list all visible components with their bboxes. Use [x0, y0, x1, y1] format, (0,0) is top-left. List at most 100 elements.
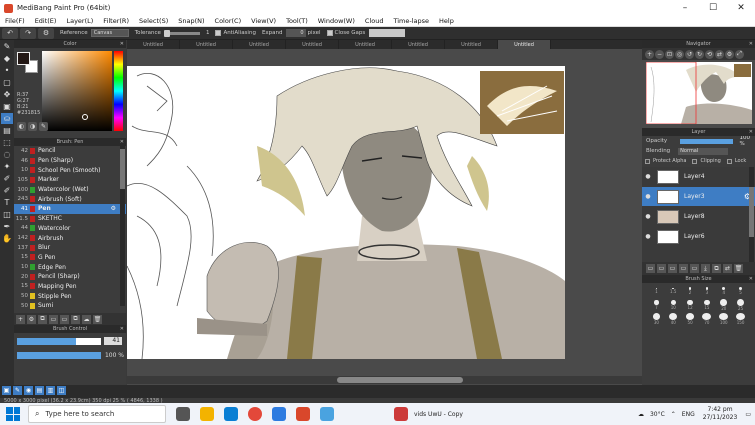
saturation-value-picker[interactable]: [42, 51, 112, 131]
brush-size-option[interactable]: 2: [682, 285, 699, 297]
tool-eyedropper[interactable]: ✒: [1, 221, 13, 232]
hue-slider[interactable]: [114, 51, 123, 131]
brush-item[interactable]: 20 Pencil (Sharp): [14, 272, 126, 282]
brush-size-option[interactable]: 30: [648, 313, 665, 325]
brush-item[interactable]: 137 Blur: [14, 243, 126, 253]
scrollbar-thumb[interactable]: [337, 377, 463, 383]
fit-icon[interactable]: ⊡: [665, 49, 674, 59]
reset-rotation-icon[interactable]: ⟲: [705, 49, 714, 59]
menu-select[interactable]: Select(S): [134, 17, 173, 25]
brush-item[interactable]: 10 School Pen (Smooth): [14, 165, 126, 175]
clipping-checkbox[interactable]: [692, 158, 698, 164]
redo-button[interactable]: ↷: [20, 27, 36, 39]
clock[interactable]: 7:42 pm 27/11/2023: [703, 406, 738, 422]
expand-icon[interactable]: ⤢: [735, 49, 744, 59]
layer-row-active[interactable]: ● Layer3 ⚙: [642, 187, 755, 206]
horizontal-scrollbar[interactable]: [127, 376, 642, 384]
brush-size-option[interactable]: 20: [715, 299, 732, 311]
menu-cloud[interactable]: Cloud: [360, 17, 389, 25]
tool-shape[interactable]: ▢: [1, 77, 13, 88]
close-icon[interactable]: ✕: [749, 275, 753, 283]
new-layer-icon[interactable]: ▭: [646, 264, 655, 273]
tool-select[interactable]: ⬚: [1, 137, 13, 148]
tool-text[interactable]: T: [1, 197, 13, 208]
close-icon[interactable]: ✕: [120, 325, 124, 333]
tool-hand[interactable]: ✋: [1, 233, 13, 244]
protect-alpha-checkbox[interactable]: [645, 158, 650, 164]
brush-size-option[interactable]: 1.5: [665, 285, 682, 297]
layer-row[interactable]: ● Layer4: [642, 167, 755, 186]
eye-icon[interactable]: ●: [642, 233, 654, 240]
zoom-out-icon[interactable]: −: [655, 49, 664, 59]
brush-size-option[interactable]: 70: [699, 313, 716, 325]
brush-size-option[interactable]: 50: [682, 313, 699, 325]
rotate-right-icon[interactable]: ↻: [695, 49, 704, 59]
minimize-button[interactable]: –: [671, 0, 699, 16]
folder-open-icon[interactable]: ▭: [60, 314, 69, 324]
brush-size-option[interactable]: 1: [648, 285, 665, 297]
layer-row[interactable]: ● Layer6: [642, 227, 755, 246]
brush-item[interactable]: 50 Stipple Pen: [14, 291, 126, 301]
blending-select[interactable]: Normal: [678, 147, 729, 155]
brush-size-option[interactable]: 25: [732, 299, 749, 311]
file-explorer-icon[interactable]: [200, 407, 214, 421]
brush-item[interactable]: 44 Watercolor: [14, 224, 126, 234]
brush-toggle-icon[interactable]: ✎: [13, 386, 22, 395]
tool-select-pen[interactable]: ✐: [1, 173, 13, 184]
brush-list-scrollbar[interactable]: [120, 146, 125, 306]
close-button[interactable]: ✕: [727, 0, 755, 16]
edge-icon[interactable]: [224, 407, 238, 421]
tab-document[interactable]: Untitled: [286, 40, 339, 49]
medibang-icon[interactable]: [296, 407, 310, 421]
tool-brush[interactable]: ✎: [1, 41, 13, 52]
eye-icon[interactable]: ●: [642, 173, 654, 180]
brush-opacity-slider[interactable]: [17, 351, 101, 359]
notification-icon[interactable]: ▭: [745, 411, 751, 418]
menu-edit[interactable]: Edit(E): [30, 17, 62, 25]
cloud-icon[interactable]: ☁: [82, 314, 91, 324]
brush-item[interactable]: 46 Pen (Sharp): [14, 156, 126, 166]
tool-move[interactable]: ✥: [1, 89, 13, 100]
pen-color-icon[interactable]: ✎: [39, 122, 48, 131]
taskbar-app-label[interactable]: vids UwU - Copy: [414, 411, 463, 418]
maximize-button[interactable]: ☐: [699, 0, 727, 16]
brush-size-option[interactable]: 5: [732, 285, 749, 297]
layer-opacity-slider[interactable]: [680, 138, 734, 144]
delete-layer-icon[interactable]: 🗑: [734, 264, 743, 273]
menu-file[interactable]: File(F): [0, 17, 30, 25]
actual-size-icon[interactable]: ◎: [675, 49, 684, 59]
close-icon[interactable]: ✕: [749, 128, 753, 136]
canvas-area[interactable]: [127, 49, 642, 385]
tool-bucket[interactable]: ⛀: [1, 113, 13, 124]
tool-eraser[interactable]: ◆: [1, 53, 13, 64]
layer-row[interactable]: ● Layer8: [642, 207, 755, 226]
tolerance-slider[interactable]: [163, 29, 200, 37]
brush-item[interactable]: 105 Marker: [14, 175, 126, 185]
close-icon[interactable]: ✕: [120, 138, 124, 146]
windows-start-icon[interactable]: [6, 407, 20, 421]
tool-divide[interactable]: ◫: [1, 209, 13, 220]
brush-size-option[interactable]: 15: [699, 299, 716, 311]
close-icon[interactable]: ✕: [120, 40, 124, 48]
tab-document[interactable]: Untitled: [127, 40, 180, 49]
brush-size-option[interactable]: 150: [732, 313, 749, 325]
brush-settings-icon[interactable]: ⚙: [27, 314, 36, 324]
app-icon[interactable]: [320, 407, 334, 421]
new-halftone-layer-icon[interactable]: ▭: [657, 264, 666, 273]
tab-document[interactable]: Untitled: [445, 40, 498, 49]
close-gaps-checkbox[interactable]: [326, 30, 333, 36]
tool-gradient[interactable]: ▤: [1, 125, 13, 136]
lock-checkbox[interactable]: [726, 158, 732, 164]
new-8bit-layer-icon[interactable]: ▭: [668, 264, 677, 273]
close-gaps-swatch[interactable]: [369, 29, 406, 37]
trash-icon[interactable]: 🗑: [93, 314, 102, 324]
brush-item[interactable]: 243 Airbrush (Soft): [14, 194, 126, 204]
window-icon[interactable]: ◫: [57, 386, 66, 395]
brush-size-option[interactable]: 10: [665, 299, 682, 311]
navigator-thumbnail[interactable]: [646, 62, 752, 124]
brush-item[interactable]: 50 Sumi: [14, 301, 126, 311]
new-folder-icon[interactable]: ▭: [690, 264, 699, 273]
duplicate-layer-icon[interactable]: ⧉: [712, 264, 721, 273]
brush-item[interactable]: 41 Pen ⚙: [14, 204, 126, 214]
language[interactable]: ENG: [682, 411, 695, 418]
